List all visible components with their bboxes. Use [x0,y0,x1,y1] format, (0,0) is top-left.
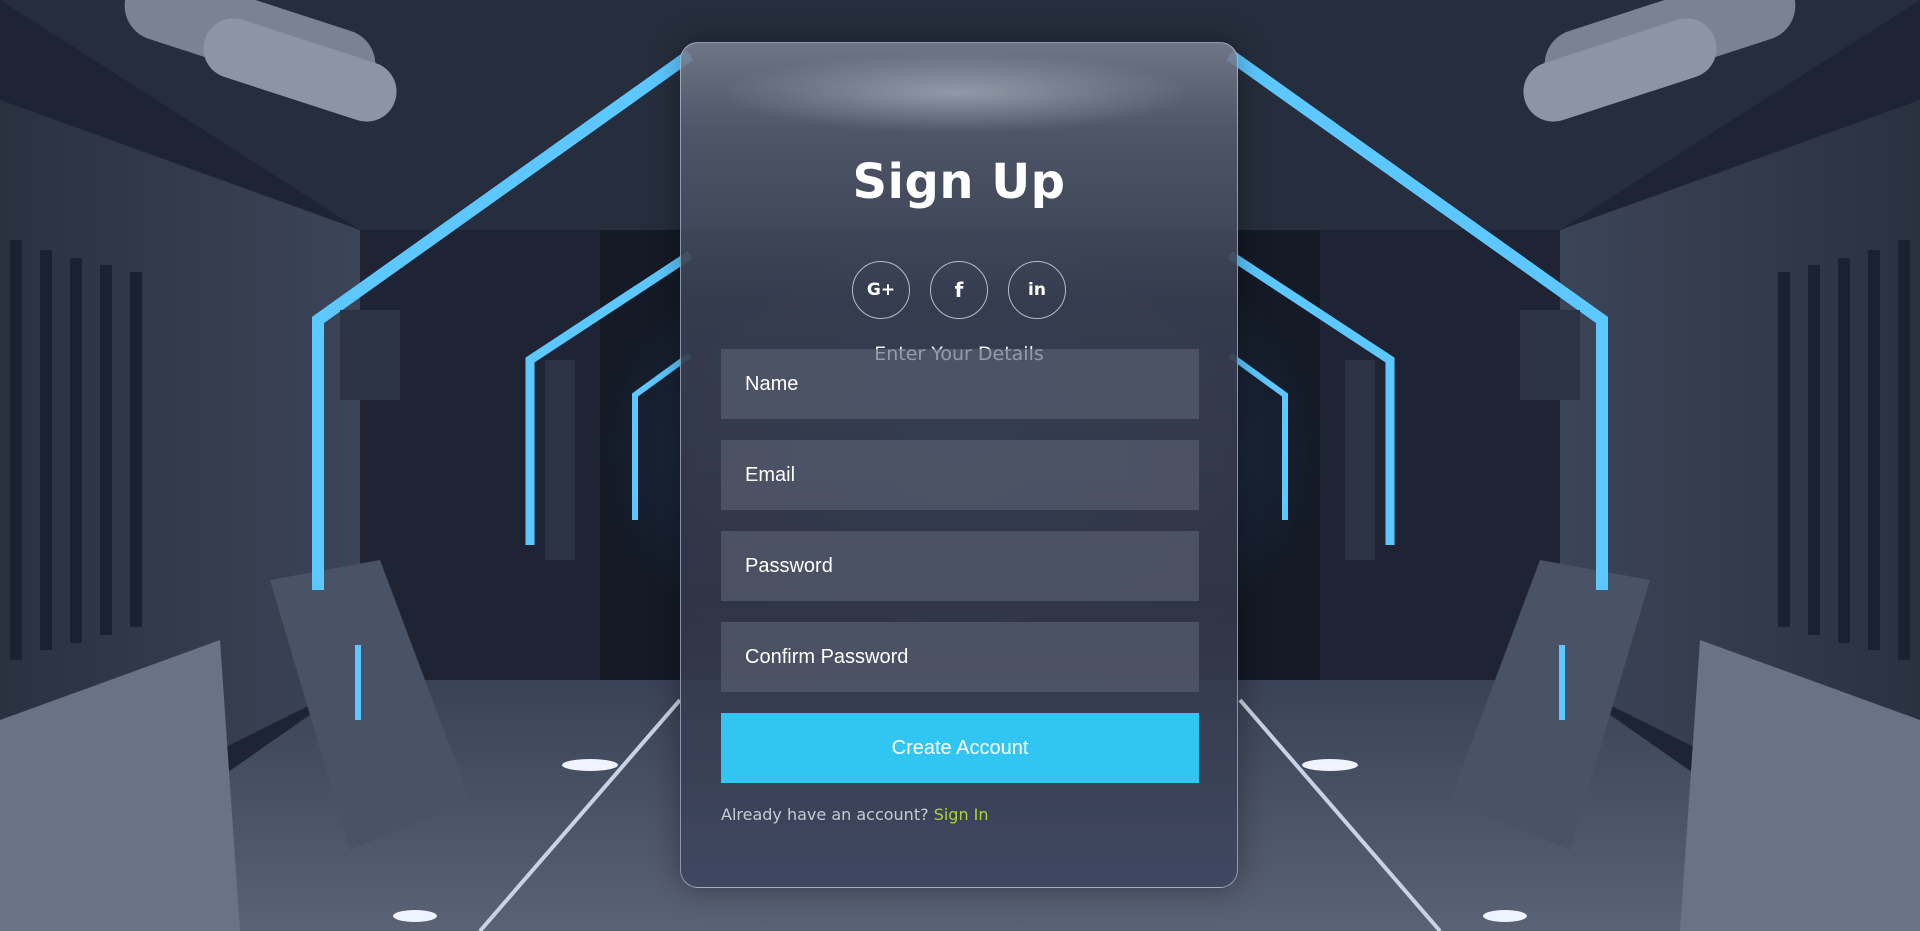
signin-prompt: Already have an account? Sign In [721,805,989,824]
google-plus-icon: G+ [866,279,896,300]
signup-card: Sign Up G+ f in Enter Your Details Creat… [680,42,1238,888]
signin-prompt-text: Already have an account? [721,805,929,824]
social-login-group: G+ f in [681,261,1237,319]
email-field[interactable] [721,440,1199,510]
linkedin-button[interactable]: in [1008,261,1066,319]
create-account-button[interactable]: Create Account [721,713,1199,783]
linkedin-icon: in [1028,279,1046,300]
signin-link[interactable]: Sign In [934,805,989,824]
password-field[interactable] [721,531,1199,601]
card-highlight [721,53,1191,133]
name-field[interactable] [721,349,1199,419]
page-title: Sign Up [852,154,1066,210]
facebook-icon: f [954,278,964,302]
confirm-password-field[interactable] [721,622,1199,692]
google-plus-button[interactable]: G+ [852,261,910,319]
facebook-button[interactable]: f [930,261,988,319]
